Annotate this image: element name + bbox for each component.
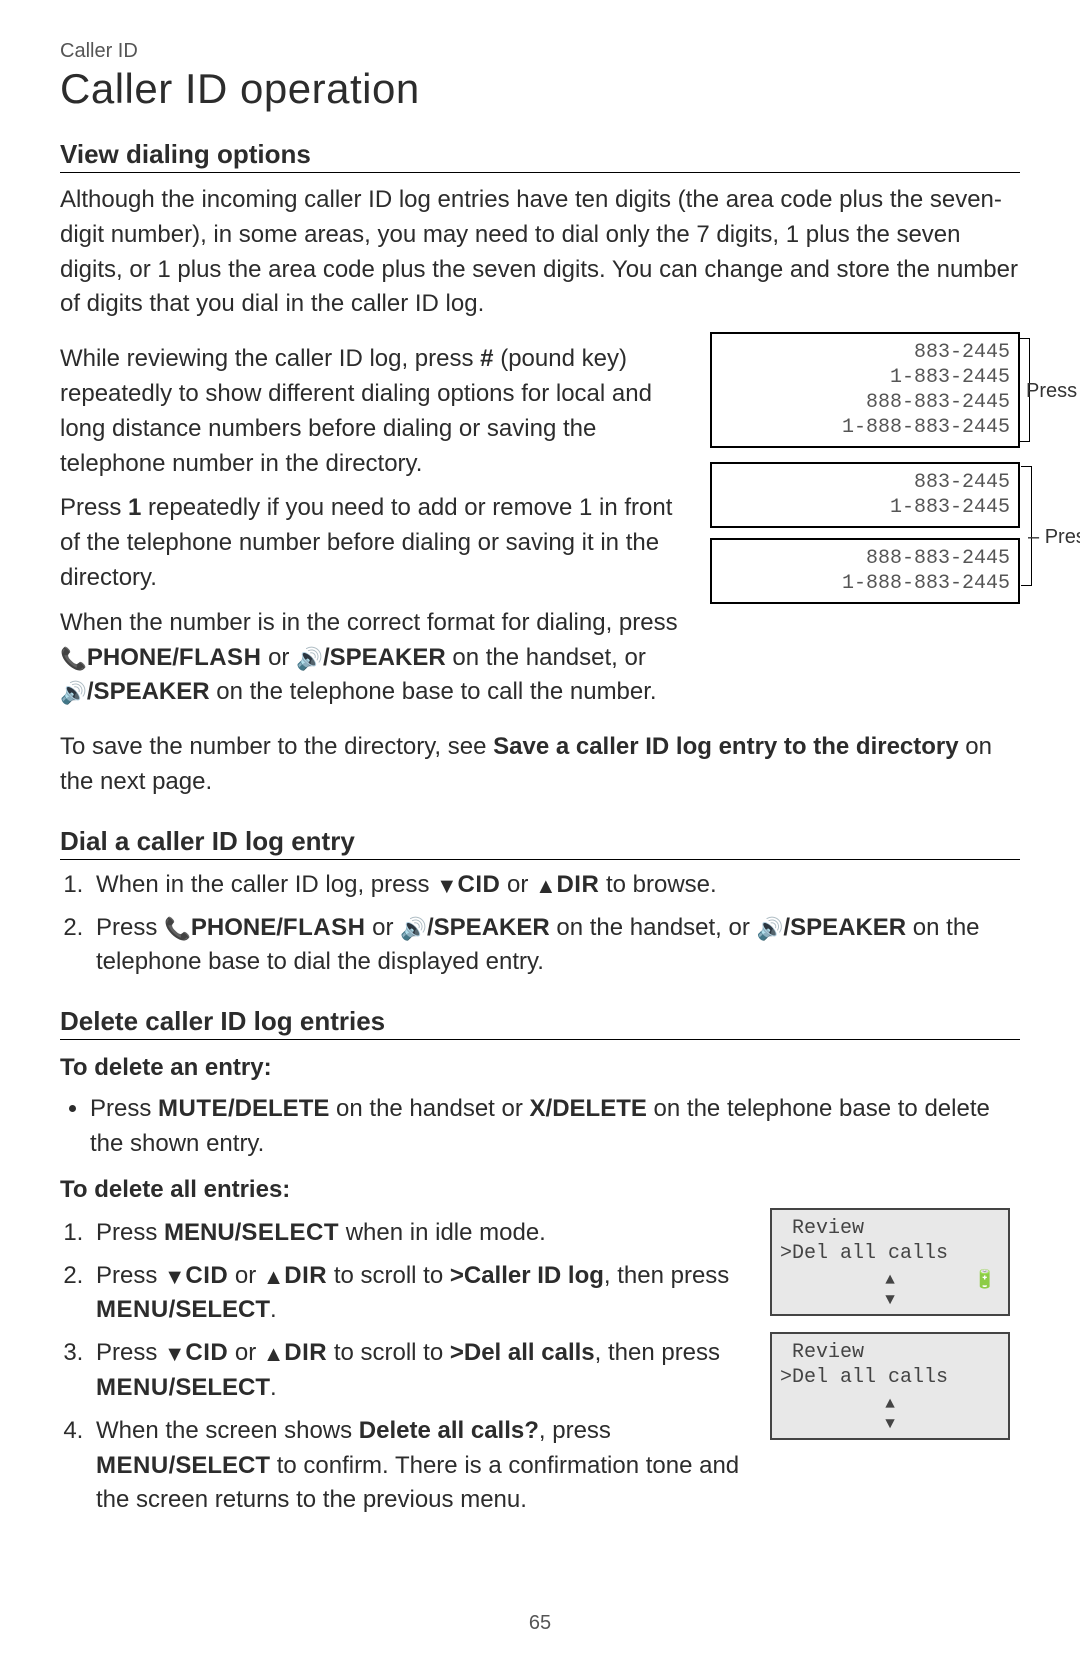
speaker-icon: 🔊 bbox=[296, 646, 323, 671]
lcd-display-one-top: 883-2445 1-883-2445 bbox=[710, 462, 1020, 528]
down-triangle-icon: ▼ bbox=[436, 873, 457, 898]
breadcrumb: Caller ID bbox=[60, 40, 1020, 63]
sub-delete-entry: To delete an entry: bbox=[60, 1054, 1020, 1082]
section-view-dialing-options: View dialing options bbox=[60, 139, 1020, 173]
dial-steps: When in the caller ID log, press ▼CID or… bbox=[60, 868, 1020, 980]
list-item: Press MUTE/DELETE on the handset or X/DE… bbox=[90, 1092, 1020, 1162]
phone-icon: 📞 bbox=[60, 646, 87, 671]
speaker-icon: 🔊 bbox=[400, 916, 427, 941]
list-item: Press 📞PHONE/FLASH or 🔊/SPEAKER on the h… bbox=[90, 911, 1020, 981]
section-delete-entries: Delete caller ID log entries bbox=[60, 1006, 1020, 1040]
section-dial-entry: Dial a caller ID log entry bbox=[60, 826, 1020, 860]
up-triangle-icon: ▲ bbox=[263, 1264, 284, 1289]
phone-icon: 📞 bbox=[164, 916, 191, 941]
down-triangle-icon: ▼ bbox=[164, 1264, 185, 1289]
press-pound-label: Press # bbox=[1018, 379, 1080, 404]
list-item: When in the caller ID log, press ▼CID or… bbox=[90, 868, 1020, 903]
list-item: Press ▼CID or ▲DIR to scroll to >Del all… bbox=[90, 1336, 750, 1406]
up-triangle-icon: ▲ bbox=[263, 1341, 284, 1366]
paragraph: To save the number to the directory, see… bbox=[60, 730, 1020, 800]
list-item: Press ▼CID or ▲DIR to scroll to >Caller … bbox=[90, 1259, 750, 1329]
list-item: Press MENU/SELECT when in idle mode. bbox=[90, 1216, 750, 1251]
paragraph: Press 1 repeatedly if you need to add or… bbox=[60, 491, 692, 595]
phone-screen-del-all-2: Review >Del all calls ▲▼ bbox=[770, 1332, 1010, 1440]
phone-screen-del-all-1: Review >Del all calls ▲▼ 🔋 bbox=[770, 1208, 1010, 1316]
page-number: 65 bbox=[0, 1612, 1080, 1635]
up-down-icon: ▲▼ bbox=[885, 1270, 895, 1310]
list-item: When the screen shows Delete all calls?,… bbox=[90, 1414, 750, 1518]
lcd-display-pound: 883-2445 1-883-2445 888-883-2445 1-888-8… bbox=[710, 332, 1020, 448]
paragraph: While reviewing the caller ID log, press… bbox=[60, 342, 692, 481]
up-down-icon: ▲▼ bbox=[885, 1394, 895, 1434]
delete-all-steps: Press MENU/SELECT when in idle mode. Pre… bbox=[60, 1216, 750, 1518]
paragraph: When the number is in the correct format… bbox=[60, 606, 692, 710]
speaker-icon: 🔊 bbox=[60, 680, 87, 705]
sub-delete-all: To delete all entries: bbox=[60, 1176, 1020, 1204]
press-one-label: – Press 1 bbox=[1020, 526, 1080, 549]
speaker-icon: 🔊 bbox=[757, 916, 784, 941]
lcd-display-one-bottom: 888-883-2445 1-888-883-2445 bbox=[710, 538, 1020, 604]
page-title: Caller ID operation bbox=[60, 65, 1020, 113]
down-triangle-icon: ▼ bbox=[164, 1341, 185, 1366]
delete-entry-list: Press MUTE/DELETE on the handset or X/DE… bbox=[60, 1092, 1020, 1162]
battery-icon: 🔋 bbox=[974, 1270, 996, 1293]
up-triangle-icon: ▲ bbox=[535, 873, 556, 898]
paragraph: Although the incoming caller ID log entr… bbox=[60, 183, 1020, 322]
